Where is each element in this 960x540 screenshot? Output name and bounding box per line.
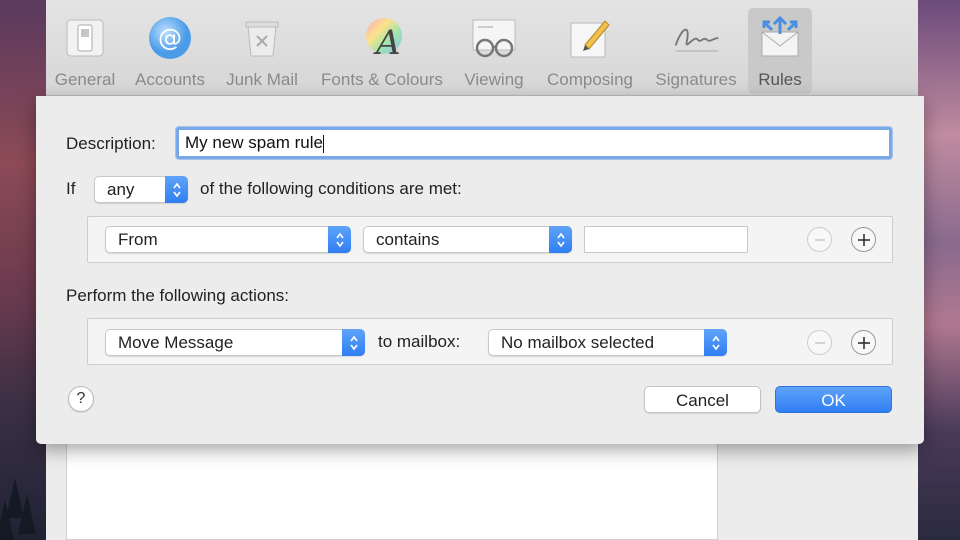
- remove-action-button[interactable]: [807, 330, 832, 355]
- mailbox-value: No mailbox selected: [501, 333, 655, 352]
- add-action-button[interactable]: [851, 330, 876, 355]
- toolbar-label: Viewing: [464, 70, 524, 89]
- popup-stepper-icon: [704, 329, 727, 356]
- condition-operator-value: contains: [376, 230, 440, 249]
- if-label: If: [66, 179, 76, 198]
- toolbar-label: Signatures: [655, 70, 737, 89]
- toolbar-accounts[interactable]: @ Accounts: [128, 8, 212, 94]
- signature-icon: [670, 12, 722, 64]
- toolbar-composing[interactable]: Composing: [538, 8, 642, 94]
- condition-field-value: From: [118, 230, 158, 249]
- toolbar-label: Fonts & Colours: [321, 70, 443, 89]
- description-value: My new spam rule: [185, 133, 323, 152]
- glasses-icon: [468, 12, 520, 64]
- ok-button[interactable]: OK: [775, 386, 892, 413]
- popup-stepper-icon: [342, 329, 365, 356]
- popup-stepper-icon: [165, 176, 188, 203]
- condition-row: From contains: [87, 216, 893, 263]
- toolbar-label: Rules: [758, 70, 802, 89]
- action-type-select[interactable]: Move Message: [105, 329, 365, 356]
- description-label: Description:: [66, 134, 156, 153]
- toolbar-label: Composing: [547, 70, 633, 89]
- preferences-toolbar: General @ Accounts Junk Mail A Fonts & C…: [46, 0, 918, 96]
- rules-list-area: [66, 440, 718, 540]
- actions-label: Perform the following actions:: [66, 286, 289, 305]
- toolbar-rules[interactable]: Rules: [748, 8, 812, 94]
- pencil-paper-icon: [564, 12, 616, 64]
- toolbar-signatures[interactable]: Signatures: [648, 8, 744, 94]
- plus-icon: [857, 336, 870, 349]
- conditions-text: of the following conditions are met:: [200, 179, 462, 198]
- at-sign-icon: @: [144, 12, 196, 64]
- to-mailbox-label: to mailbox:: [378, 332, 461, 351]
- toolbar-viewing[interactable]: Viewing: [458, 8, 530, 94]
- rule-editor-sheet: Description: My new spam rule If any of …: [36, 96, 924, 444]
- tree-silhouette: [0, 500, 14, 540]
- popup-stepper-icon: [328, 226, 351, 253]
- minus-icon: [814, 238, 825, 241]
- description-field[interactable]: My new spam rule: [176, 127, 892, 159]
- toolbar-fonts-colours[interactable]: A Fonts & Colours: [312, 8, 452, 94]
- font-colour-icon: A: [356, 12, 408, 64]
- help-button[interactable]: ?: [68, 386, 94, 412]
- tree-silhouette: [18, 494, 36, 534]
- mailbox-select[interactable]: No mailbox selected: [488, 329, 727, 356]
- toolbar-label: Junk Mail: [226, 70, 298, 89]
- text-cursor: [322, 134, 324, 153]
- minus-icon: [814, 341, 825, 344]
- match-type-select[interactable]: any: [94, 176, 188, 203]
- action-row: Move Message to mailbox: No mailbox sele…: [87, 318, 893, 365]
- popup-stepper-icon: [549, 226, 572, 253]
- cancel-button[interactable]: Cancel: [644, 386, 761, 413]
- svg-text:A: A: [373, 23, 401, 62]
- toolbar-label: General: [54, 70, 116, 89]
- toolbar-junk-mail[interactable]: Junk Mail: [218, 8, 306, 94]
- condition-value-input[interactable]: [584, 226, 748, 253]
- trash-bin-icon: [236, 12, 288, 64]
- toolbar-label: Accounts: [135, 70, 205, 89]
- desktop-background-right: [918, 0, 960, 540]
- general-switch-icon: [59, 12, 111, 64]
- plus-icon: [857, 233, 870, 246]
- condition-field-select[interactable]: From: [105, 226, 351, 253]
- action-type-value: Move Message: [118, 333, 234, 352]
- remove-condition-button[interactable]: [807, 227, 832, 252]
- toolbar-general[interactable]: General: [48, 8, 122, 94]
- rules-envelope-icon: [754, 12, 806, 64]
- match-type-value: any: [107, 180, 135, 199]
- add-condition-button[interactable]: [851, 227, 876, 252]
- condition-operator-select[interactable]: contains: [363, 226, 572, 253]
- svg-text:@: @: [158, 24, 182, 52]
